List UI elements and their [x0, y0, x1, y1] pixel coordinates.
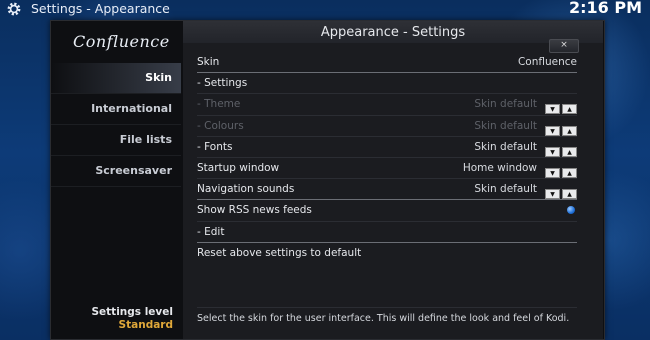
- setting-value: Skin default: [474, 140, 537, 153]
- top-bar: Settings - Appearance 2:16 PM: [0, 0, 650, 18]
- breadcrumb-app: Settings: [31, 1, 83, 16]
- setting-label: - Settings: [197, 77, 248, 90]
- setting-startup-window[interactable]: Startup window Home window ▼ ▲: [197, 158, 577, 180]
- setting-label: Navigation sounds: [197, 183, 295, 196]
- theme-spinner: ▼ ▲: [543, 98, 577, 115]
- spin-down-icon[interactable]: ▼: [545, 104, 560, 115]
- help-text: Select the skin for the user interface. …: [197, 307, 577, 324]
- sidebar-item-screensaver[interactable]: Screensaver: [51, 156, 181, 187]
- setting-reset[interactable]: Reset above settings to default: [197, 243, 577, 263]
- setting-label: - Colours: [197, 119, 244, 132]
- setting-value: Home window: [462, 161, 537, 174]
- setting-value: Confluence: [517, 56, 577, 68]
- gear-icon: [7, 2, 21, 16]
- fonts-spinner: ▼ ▲: [543, 141, 577, 157]
- setting-theme: - Theme Skin default ▼ ▲: [197, 94, 577, 116]
- setting-colours: - Colours Skin default ▼ ▲: [197, 116, 577, 137]
- colours-spinner: ▼ ▲: [543, 120, 577, 136]
- category-sidebar: Skin International File lists Screensave…: [51, 63, 181, 187]
- setting-label: Show RSS news feeds: [197, 204, 312, 217]
- close-button[interactable]: ×: [549, 39, 579, 53]
- setting-label: Skin: [197, 56, 220, 68]
- setting-show-rss[interactable]: Show RSS news feeds: [197, 200, 577, 222]
- spin-up-icon[interactable]: ▲: [562, 125, 577, 136]
- spin-down-icon[interactable]: ▼: [545, 189, 560, 200]
- setting-value: Skin default: [474, 98, 537, 111]
- setting-skin-settings[interactable]: - Settings: [197, 73, 577, 95]
- breadcrumb: Settings - Appearance: [31, 1, 170, 16]
- skin-logo: Confluence: [73, 32, 170, 51]
- breadcrumb-separator: -: [86, 1, 91, 16]
- setting-rss-edit[interactable]: - Edit: [197, 222, 577, 243]
- setting-label: Startup window: [197, 161, 280, 174]
- clock: 2:16 PM: [568, 0, 642, 17]
- spin-up-icon[interactable]: ▲: [562, 146, 577, 157]
- breadcrumb-section: Appearance: [94, 1, 170, 16]
- spin-down-icon[interactable]: ▼: [545, 125, 560, 136]
- setting-label: - Fonts: [197, 140, 233, 153]
- setting-value: Skin default: [474, 183, 537, 196]
- spin-up-icon[interactable]: ▲: [562, 189, 577, 200]
- settings-level-label[interactable]: Settings level: [51, 306, 173, 318]
- settings-window: Confluence Skin International File lists…: [50, 20, 605, 340]
- settings-list: Skin Confluence - Settings - Theme Skin …: [197, 52, 577, 263]
- spin-up-icon[interactable]: ▲: [562, 167, 577, 178]
- settings-content: Appearance - Settings Skin Confluence - …: [183, 21, 603, 339]
- dialog-title: Appearance - Settings: [183, 21, 603, 43]
- spin-up-icon[interactable]: ▲: [562, 104, 577, 115]
- navigation-sounds-spinner: ▼ ▲: [543, 183, 577, 200]
- setting-label: - Edit: [197, 225, 225, 238]
- setting-label: - Theme: [197, 98, 241, 111]
- sidebar-item-international[interactable]: International: [51, 94, 181, 125]
- setting-navigation-sounds[interactable]: Navigation sounds Skin default ▼ ▲: [197, 179, 577, 201]
- setting-value: Skin default: [474, 119, 537, 132]
- settings-level-value[interactable]: Standard: [51, 319, 173, 331]
- spin-down-icon[interactable]: ▼: [545, 167, 560, 178]
- setting-fonts[interactable]: - Fonts Skin default ▼ ▲: [197, 137, 577, 158]
- setting-label: Reset above settings to default: [197, 246, 362, 259]
- sidebar-item-skin[interactable]: Skin: [51, 63, 181, 94]
- spin-down-icon[interactable]: ▼: [545, 146, 560, 157]
- rss-radio-icon[interactable]: [567, 206, 575, 215]
- sidebar-item-file-lists[interactable]: File lists: [51, 125, 181, 156]
- startup-window-spinner: ▼ ▲: [543, 162, 577, 178]
- setting-skin[interactable]: Skin Confluence: [197, 52, 577, 74]
